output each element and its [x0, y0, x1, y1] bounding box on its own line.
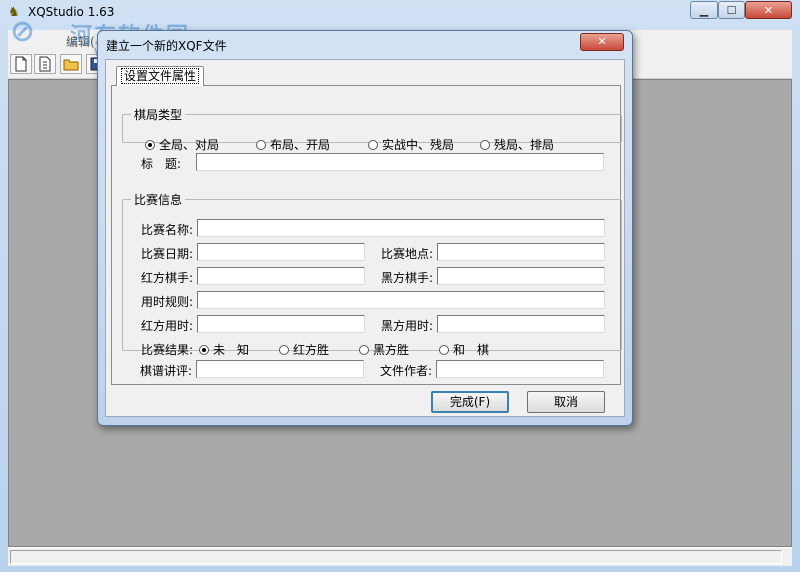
close-button[interactable]: ✕ [745, 1, 792, 19]
author-label: 文件作者: [380, 364, 433, 378]
dialog-body: 设置文件属性 棋局类型 全局、对局 布局、开局 实战中、残局 残局、排局 标 题… [105, 59, 625, 417]
radio-empty-icon [480, 140, 490, 150]
match-place-label: 比赛地点: [381, 247, 434, 261]
commentary-input[interactable] [196, 360, 364, 378]
match-info-legend: 比赛信息 [134, 193, 183, 207]
title-input[interactable] [196, 153, 604, 171]
dialog-title: 建立一个新的XQF文件 [106, 39, 227, 53]
status-pane [10, 550, 782, 564]
finish-button[interactable]: 完成(F) [431, 391, 509, 413]
radio-opening[interactable]: 布局、开局 [256, 136, 330, 153]
template-icon[interactable] [34, 54, 56, 74]
match-info-group: 比赛信息 比赛名称: 比赛日期: 比赛地点: 红方棋手: 黑方棋手: 用时规则:… [122, 191, 622, 357]
game-type-group: 棋局类型 全局、对局 布局、开局 实战中、残局 残局、排局 [122, 106, 622, 152]
cancel-button[interactable]: 取消 [527, 391, 605, 413]
radio-result-draw[interactable]: 和 棋 [439, 341, 489, 358]
black-player-input[interactable] [437, 267, 605, 285]
radio-middlegame[interactable]: 实战中、残局 [368, 136, 454, 153]
time-rule-input[interactable] [197, 291, 605, 309]
app-title: XQStudio 1.63 [28, 5, 115, 19]
dialog-close-button[interactable]: ✕ [580, 33, 624, 51]
radio-result-black-win[interactable]: 黑方胜 [359, 341, 409, 358]
tab-panel: 棋局类型 全局、对局 布局、开局 实战中、残局 残局、排局 标 题: 比赛信息 … [111, 85, 622, 385]
radio-empty-icon [368, 140, 378, 150]
result-label: 比赛结果: [141, 343, 194, 357]
radio-endgame[interactable]: 残局、排局 [480, 136, 554, 153]
tab-file-properties[interactable]: 设置文件属性 [116, 66, 204, 86]
commentary-label: 棋谱讲评: [140, 364, 193, 378]
red-time-input[interactable] [197, 315, 365, 333]
red-player-label: 红方棋手: [141, 271, 194, 285]
red-player-input[interactable] [197, 267, 365, 285]
menu-item-edit[interactable]: 编辑( [66, 33, 95, 50]
main-titlebar[interactable]: ♞ XQStudio 1.63 ▁ ☐ ✕ [0, 0, 800, 26]
radio-empty-icon [359, 345, 369, 355]
game-type-legend: 棋局类型 [134, 108, 183, 122]
new-xqf-dialog: 建立一个新的XQF文件 ✕ 设置文件属性 棋局类型 全局、对局 布局、开局 实战… [97, 30, 633, 426]
match-name-input[interactable] [197, 219, 605, 237]
radio-result-red-win[interactable]: 红方胜 [279, 341, 329, 358]
match-date-input[interactable] [197, 243, 365, 261]
status-bar [8, 547, 792, 566]
new-file-icon[interactable] [10, 54, 32, 74]
maximize-button[interactable]: ☐ [718, 1, 745, 19]
app-icon: ♞ [8, 5, 20, 20]
tab-label: 设置文件属性 [120, 68, 199, 84]
black-player-label: 黑方棋手: [381, 271, 434, 285]
minimize-button[interactable]: ▁ [690, 1, 718, 19]
radio-empty-icon [279, 345, 289, 355]
match-place-input[interactable] [437, 243, 605, 261]
radio-empty-icon [439, 345, 449, 355]
radio-selected-icon [199, 345, 209, 355]
radio-selected-icon [145, 140, 155, 150]
black-time-input[interactable] [437, 315, 605, 333]
match-name-label: 比赛名称: [141, 223, 194, 237]
radio-result-unknown[interactable]: 未 知 [199, 341, 249, 358]
open-folder-icon[interactable] [60, 54, 82, 74]
match-date-label: 比赛日期: [141, 247, 194, 261]
red-time-label: 红方用时: [141, 319, 194, 333]
radio-empty-icon [256, 140, 266, 150]
title-label: 标 题: [141, 157, 182, 171]
black-time-label: 黑方用时: [381, 319, 434, 333]
time-rule-label: 用时规则: [141, 295, 194, 309]
author-input[interactable] [436, 360, 604, 378]
radio-full-game[interactable]: 全局、对局 [145, 136, 219, 153]
